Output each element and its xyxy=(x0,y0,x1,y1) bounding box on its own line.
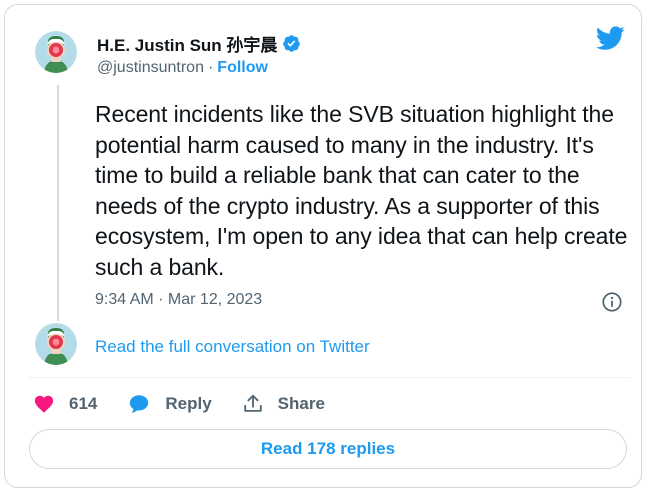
conversation-avatar[interactable] xyxy=(35,323,77,365)
reply-label: Reply xyxy=(165,394,212,413)
share-upload-icon xyxy=(243,394,262,412)
author-avatar[interactable] xyxy=(35,31,77,73)
author-handle-row: @justinsuntron · Follow xyxy=(97,57,268,79)
reply-button[interactable]: Reply xyxy=(127,393,212,415)
share-button[interactable]: Share xyxy=(242,393,325,415)
heart-icon xyxy=(34,395,54,413)
author-display-name[interactable]: H.E. Justin Sun 孙宇晨 xyxy=(97,31,277,56)
read-replies-label: Read 178 replies xyxy=(260,439,396,458)
author-name-row[interactable]: H.E. Justin Sun 孙宇晨 xyxy=(97,31,301,55)
tweet-text: Recent incidents like the SVB situation … xyxy=(95,101,628,280)
follow-button[interactable]: Follow xyxy=(217,59,268,77)
read-full-conversation-link[interactable]: Read the full conversation on Twitter xyxy=(95,337,370,357)
action-bar: 614 Reply Share xyxy=(33,391,325,417)
like-count: 614 xyxy=(69,394,98,413)
read-replies-button[interactable]: Read 178 replies xyxy=(29,429,627,469)
info-icon[interactable] xyxy=(601,291,623,313)
reply-bubble-icon xyxy=(130,395,149,413)
thread-line xyxy=(57,85,59,321)
author-handle[interactable]: @justinsuntron xyxy=(97,59,204,77)
tweet-card: H.E. Justin Sun 孙宇晨 @justinsuntron · Fol… xyxy=(4,4,642,488)
verified-badge-icon xyxy=(283,34,301,52)
twitter-bird-icon[interactable] xyxy=(593,23,627,53)
separator-dot: · xyxy=(207,59,214,76)
share-label: Share xyxy=(277,394,325,413)
divider xyxy=(27,377,631,378)
like-button[interactable]: 614 xyxy=(33,393,97,415)
tweet-timestamp[interactable]: 9:34 AM · Mar 12, 2023 xyxy=(95,291,262,309)
